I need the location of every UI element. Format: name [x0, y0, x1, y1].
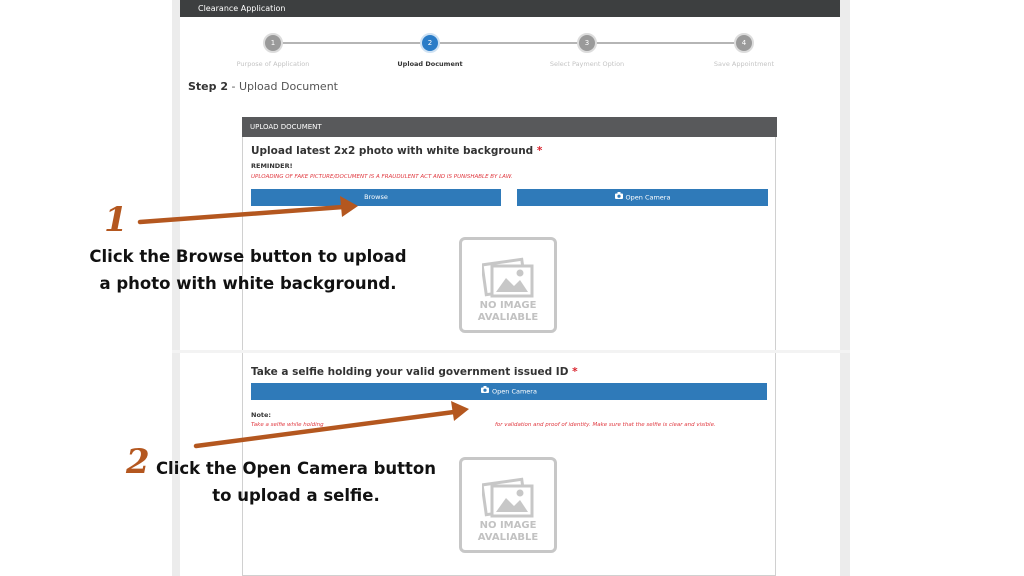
annotation-1-line1: Click the Browse button to upload — [89, 247, 407, 266]
annotation-text-2: Click the Open Camera button to upload a … — [146, 455, 446, 509]
arrow-head-2 — [451, 401, 469, 421]
arrow-to-browse — [137, 204, 346, 225]
annotation-2-line1: Click the Open Camera button — [155, 459, 437, 478]
arrow-to-open-camera — [193, 409, 457, 449]
annotation-number-1: 1 — [104, 200, 128, 240]
annotation-2-line2: to upload a selfie. — [212, 486, 380, 505]
arrow-head-1 — [340, 196, 358, 217]
annotation-text-1: Click the Browse button to upload a photo… — [78, 243, 418, 297]
annotation-1-line2: a photo with white background. — [99, 274, 397, 293]
